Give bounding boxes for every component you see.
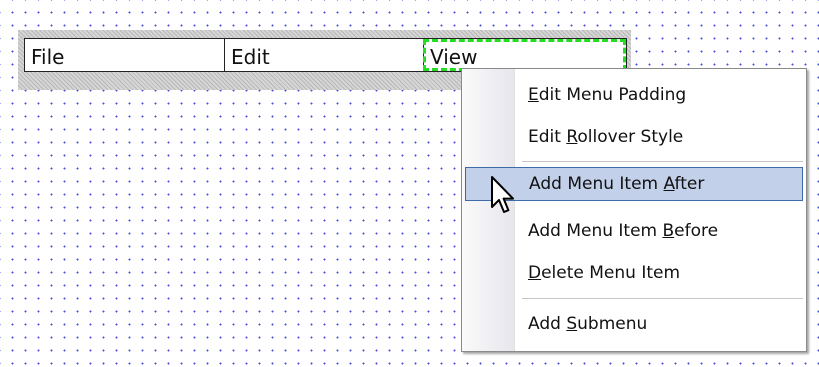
arrow-cursor-icon [491, 176, 514, 213]
menu-item-mnemonic: B [662, 221, 675, 241]
menu-item-mnemonic: R [566, 127, 578, 147]
menu-item-mnemonic: D [528, 263, 542, 283]
menubar: File Edit View [24, 38, 627, 72]
menu-item-text: ubmenu [577, 314, 648, 334]
menu-item-text: ollover Style [577, 127, 684, 147]
menu-item-edit-menu-padding[interactable]: Edit Menu Padding [465, 79, 803, 113]
menu-item-edit-rollover-style[interactable]: Edit Rollover Style [465, 121, 803, 155]
menu-item-text: fter [674, 174, 705, 194]
menu-item-text: Edit [528, 127, 567, 147]
menubar-item-file[interactable]: File [25, 39, 224, 71]
menubar-item-edit[interactable]: Edit [224, 39, 423, 71]
menu-item-mnemonic: E [528, 85, 539, 105]
menu-item-text: Add [528, 314, 567, 334]
menu-item-text: Add Menu Item [528, 221, 663, 241]
menubar-item-view[interactable]: View [423, 39, 626, 71]
menu-item-text: elete Menu Item [541, 263, 681, 283]
menu-item-mnemonic: S [566, 314, 578, 334]
menu-item-text: efore [674, 221, 719, 241]
menu-item-text: dit Menu Padding [538, 85, 687, 105]
menu-item-text: Add Menu Item [529, 174, 664, 194]
menubar-item-label: View [430, 45, 478, 69]
menu-separator [522, 161, 803, 163]
menu-item-add-submenu[interactable]: Add Submenu [465, 308, 803, 342]
menu-item-delete-menu-item[interactable]: Delete Menu Item [465, 257, 803, 291]
menu-item-mnemonic: A [663, 174, 675, 194]
menubar-item-label: File [31, 45, 65, 69]
menu-item-add-menu-item-before[interactable]: Add Menu Item Before [465, 215, 803, 249]
menubar-item-label: Edit [231, 45, 270, 69]
menu-separator [522, 298, 803, 300]
